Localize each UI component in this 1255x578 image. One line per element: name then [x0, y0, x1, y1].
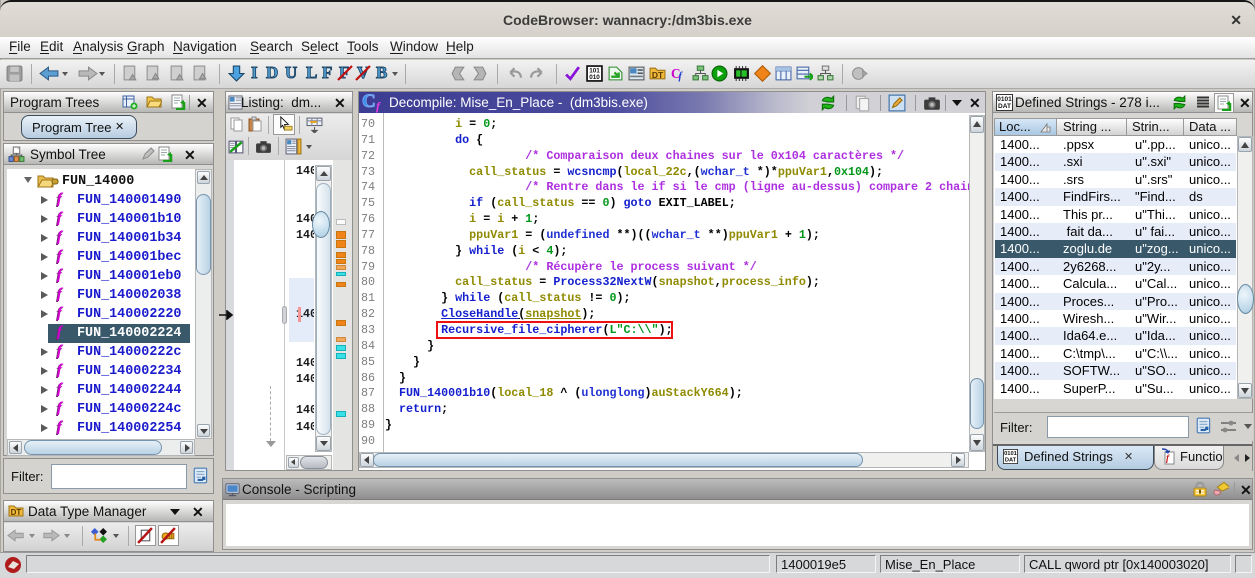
svg-text:010: 010	[589, 74, 600, 81]
svg-text:0101: 0101	[1004, 451, 1018, 457]
svg-text:DT: DT	[652, 70, 664, 80]
svg-text:f: f	[679, 71, 684, 82]
svg-text:DT: DT	[11, 508, 22, 517]
svg-text:DAT: DAT	[998, 103, 1011, 110]
svg-text:DAT: DAT	[1005, 457, 1017, 463]
svg-text:0101: 0101	[997, 96, 1012, 103]
